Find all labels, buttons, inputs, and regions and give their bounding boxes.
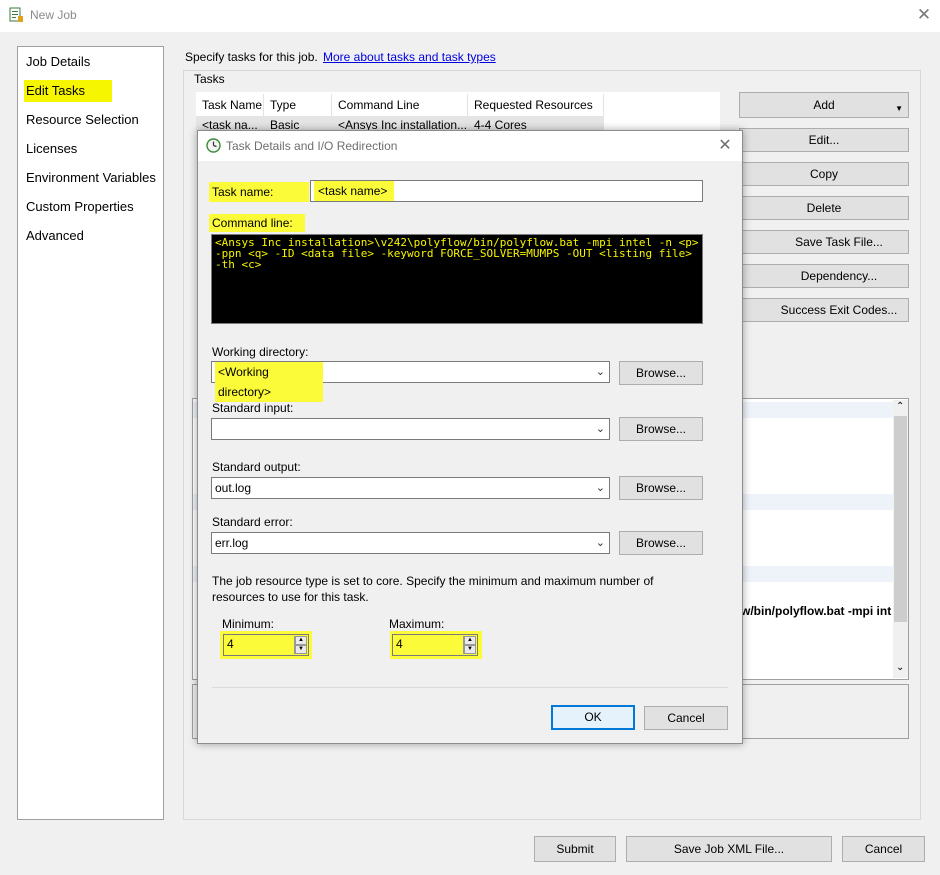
submit-button[interactable]: Submit xyxy=(534,836,616,862)
task-details-dialog: Task Details and I/O Redirection ✕ Task … xyxy=(197,130,743,744)
success-exit-codes-button[interactable]: Success Exit Codes... xyxy=(739,298,909,322)
dialog-separator xyxy=(212,687,728,688)
tasks-help-link[interactable]: More about tasks and task types xyxy=(323,50,496,64)
chevron-down-icon[interactable]: ⌄ xyxy=(596,419,605,439)
nav-item-environment-variables[interactable]: Environment Variables xyxy=(24,167,158,189)
spin-up-icon[interactable]: ▲ xyxy=(464,636,476,645)
standard-output-combo[interactable]: out.log ⌄ xyxy=(211,477,610,499)
chevron-down-icon[interactable]: ⌄ xyxy=(596,362,605,382)
standard-error-value: err.log xyxy=(215,536,249,550)
window-close-icon[interactable]: ✕ xyxy=(912,4,936,26)
list-scrollbar-thumb[interactable] xyxy=(894,416,907,622)
edit-task-button[interactable]: Edit... xyxy=(739,128,909,152)
dialog-titlebar: Task Details and I/O Redirection ✕ xyxy=(198,131,742,161)
nav-item-job-details[interactable]: Job Details xyxy=(24,51,92,73)
working-directory-combo[interactable]: <Working directory> ⌄ xyxy=(211,361,610,402)
spin-down-icon[interactable]: ▼ xyxy=(464,645,476,654)
delete-task-button[interactable]: Delete xyxy=(739,196,909,220)
browse-standard-error-button[interactable]: Browse... xyxy=(619,531,703,555)
minimum-spinner-buttons: ▲ ▼ xyxy=(294,636,307,654)
dialog-title: Task Details and I/O Redirection xyxy=(226,139,398,153)
maximum-spinner-buttons: ▲ ▼ xyxy=(463,636,476,654)
nav-item-custom-properties[interactable]: Custom Properties xyxy=(24,196,136,218)
column-header-command-line[interactable]: Command Line xyxy=(332,94,468,116)
spin-up-icon[interactable]: ▲ xyxy=(295,636,307,645)
standard-output-label: Standard output: xyxy=(212,460,301,474)
standard-error-label: Standard error: xyxy=(212,515,293,529)
maximum-spinner[interactable]: 4 ▲ ▼ xyxy=(392,634,478,656)
tasks-table: Task Name Type Command Line Requested Re… xyxy=(196,92,720,134)
command-line-preview: w/bin/polyflow.bat -mpi int xyxy=(741,604,892,618)
nav-item-edit-tasks[interactable]: Edit Tasks xyxy=(24,80,112,102)
working-directory-label: Working directory: xyxy=(212,345,309,359)
column-header-type[interactable]: Type xyxy=(264,94,332,116)
scroll-up-icon[interactable]: ⌃ xyxy=(896,401,904,412)
maximum-value: 4 xyxy=(396,637,403,651)
resource-note-line-1: The job resource type is set to core. Sp… xyxy=(212,574,654,588)
standard-input-combo[interactable]: ⌄ xyxy=(211,418,610,440)
add-task-button[interactable]: Add ▼ xyxy=(739,92,909,118)
save-job-xml-button[interactable]: Save Job XML File... xyxy=(626,836,832,862)
minimum-spinner[interactable]: 4 ▲ ▼ xyxy=(223,634,309,656)
column-header-task-name[interactable]: Task Name xyxy=(196,94,264,116)
browse-standard-output-button[interactable]: Browse... xyxy=(619,476,703,500)
nav-item-advanced[interactable]: Advanced xyxy=(24,225,86,247)
task-name-value: <task name> xyxy=(314,181,394,201)
browse-standard-input-button[interactable]: Browse... xyxy=(619,417,703,441)
standard-output-value: out.log xyxy=(215,481,252,495)
browse-working-directory-button[interactable]: Browse... xyxy=(619,361,703,385)
dropdown-arrow-icon[interactable]: ▼ xyxy=(895,97,903,121)
standard-input-label: Standard input: xyxy=(212,401,294,415)
window-title: New Job xyxy=(30,8,77,22)
working-directory-value: <Working directory> xyxy=(215,362,323,402)
dependency-button[interactable]: Dependency... xyxy=(739,264,909,288)
left-nav: Job Details Edit Tasks Resource Selectio… xyxy=(17,46,164,820)
minimum-label: Minimum: xyxy=(222,617,275,631)
command-line-input[interactable]: <Ansys Inc installation>\v242\polyflow/b… xyxy=(211,234,703,324)
cancel-job-button[interactable]: Cancel xyxy=(842,836,925,862)
nav-item-licenses[interactable]: Licenses xyxy=(24,138,79,160)
tasks-group-label: Tasks xyxy=(192,72,227,86)
spin-down-icon[interactable]: ▼ xyxy=(295,645,307,654)
dialog-close-icon[interactable]: ✕ xyxy=(714,135,736,157)
window-titlebar: New Job ✕ xyxy=(0,0,940,32)
save-task-file-button[interactable]: Save Task File... xyxy=(739,230,909,254)
task-name-input[interactable]: <task name> xyxy=(310,180,703,202)
chevron-down-icon[interactable]: ⌄ xyxy=(596,533,605,553)
new-job-app-icon xyxy=(9,7,23,22)
scroll-down-icon[interactable]: ⌄ xyxy=(896,662,904,673)
dialog-cancel-button[interactable]: Cancel xyxy=(644,706,728,730)
command-line-label: Command line: xyxy=(209,214,305,232)
clock-gear-icon xyxy=(206,138,221,153)
intro-text: Specify tasks for this job. xyxy=(185,50,318,64)
ok-button[interactable]: OK xyxy=(551,705,635,730)
maximum-label: Maximum: xyxy=(389,617,445,631)
column-header-requested-resources[interactable]: Requested Resources xyxy=(468,94,604,116)
chevron-down-icon[interactable]: ⌄ xyxy=(596,478,605,498)
task-name-label: Task name: xyxy=(209,182,309,202)
copy-task-button[interactable]: Copy xyxy=(739,162,909,186)
standard-error-combo[interactable]: err.log ⌄ xyxy=(211,532,610,554)
minimum-value: 4 xyxy=(227,637,234,651)
resource-note-line-2: resources to use for this task. xyxy=(212,590,369,604)
nav-item-resource-selection[interactable]: Resource Selection xyxy=(24,109,141,131)
add-task-label: Add xyxy=(813,98,835,112)
